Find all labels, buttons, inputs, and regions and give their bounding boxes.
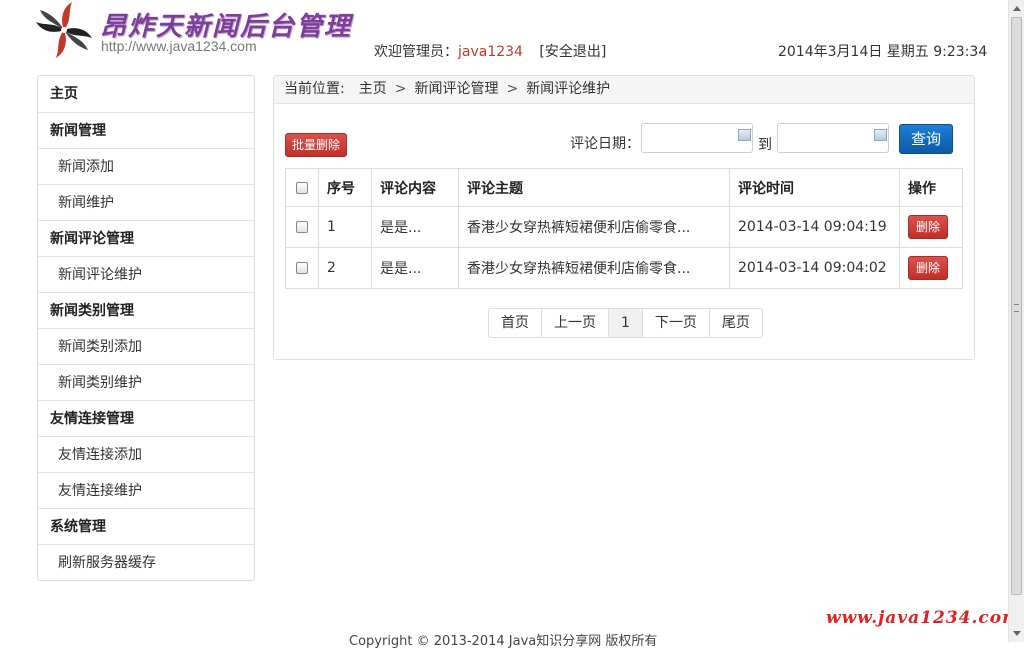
sidebar-group-news[interactable]: 新闻管理 [38,112,254,148]
welcome-bar: 欢迎管理员：java1234 [安全退出] [374,41,606,61]
date-to-input[interactable] [777,123,889,153]
cell-topic: 香港少女穿热裤短裙便利店偷零食... [458,206,730,248]
pager-current-page[interactable]: 1 [608,309,642,337]
pager-first[interactable]: 首页 [489,309,541,337]
comments-table: 序号 评论内容 评论主题 评论时间 操作 1 是是... 香港少女穿热裤短裙便利… [285,168,963,289]
select-all-cell [285,168,319,207]
sidebar-item-category-maintain[interactable]: 新闻类别维护 [38,364,254,400]
cell-time: 2014-03-14 09:04:19 [729,206,900,248]
sidebar-item-news-maintain[interactable]: 新闻维护 [38,184,254,220]
cell-content: 是是... [371,247,459,289]
footer-copyright: Copyright © 2013-2014 Java知识分享网 版权所有 [349,634,658,649]
cell-topic: 香港少女穿热裤短裙便利店偷零食... [458,247,730,289]
delete-button[interactable]: 删除 [908,256,949,280]
scroll-up-icon[interactable] [1013,6,1021,11]
query-button[interactable]: 查询 [899,124,953,154]
breadcrumb-separator: > [394,81,407,97]
batch-delete-button[interactable]: 批量删除 [285,133,348,157]
row-checkbox[interactable] [296,221,308,233]
column-header-topic: 评论主题 [458,168,730,207]
sidebar-group-categories[interactable]: 新闻类别管理 [38,292,254,328]
sidebar-group-links[interactable]: 友情连接管理 [38,400,254,436]
sidebar-item-category-add[interactable]: 新闻类别添加 [38,328,254,364]
grip-icon [1014,304,1019,312]
sidebar-group-comments[interactable]: 新闻评论管理 [38,220,254,256]
sidebar-item-link-maintain[interactable]: 友情连接维护 [38,472,254,508]
cell-action: 删除 [899,247,963,289]
row-checkbox[interactable] [296,262,308,274]
sidebar-group-system[interactable]: 系统管理 [38,508,254,544]
scroll-down-icon[interactable] [1013,631,1021,636]
watermark: www.java1234.com [826,608,1022,628]
current-datetime: 2014年3月14日 星期五 9:23:34 [778,44,988,60]
breadcrumb-item-home[interactable]: 主页 [359,81,387,97]
sidebar-item-news-add[interactable]: 新闻添加 [38,148,254,184]
breadcrumb: 当前位置: 主页 > 新闻评论管理 > 新闻评论维护 [274,76,974,104]
cell-index: 1 [318,206,372,248]
cell-time: 2014-03-14 09:04:02 [729,247,900,289]
calendar-icon[interactable] [874,129,887,141]
admin-name: java1234 [458,44,523,60]
table-row: 2 是是... 香港少女穿热裤短裙便利店偷零食... 2014-03-14 09… [285,247,963,289]
site-url: http://www.java1234.com [101,38,257,54]
cell-action: 删除 [899,206,963,248]
pinwheel-logo-icon [36,2,92,58]
row-select-cell [285,206,319,248]
cell-content: 是是... [371,206,459,248]
pager-next[interactable]: 下一页 [641,309,709,337]
cell-index: 2 [318,247,372,289]
date-to-label: 到 [758,137,772,153]
sidebar-item-home[interactable]: 主页 [38,76,254,112]
main-panel: 当前位置: 主页 > 新闻评论管理 > 新闻评论维护 批量删除 评论日期： 到 查询 序号… [273,75,975,360]
welcome-label: 欢迎管理员： [374,44,458,60]
breadcrumb-item-comments[interactable]: 新闻评论管理 [414,81,498,97]
column-header-action: 操作 [899,168,963,207]
sidebar: 主页 新闻管理 新闻添加 新闻维护 新闻评论管理 新闻评论维护 新闻类别管理 新… [37,75,255,581]
pagination: 首页 上一页 1 下一页 尾页 [488,308,763,338]
sidebar-item-comments-maintain[interactable]: 新闻评论维护 [38,256,254,292]
comment-date-label: 评论日期： [570,136,640,152]
calendar-icon[interactable] [738,129,751,141]
header: 昂炸天新闻后台管理 http://www.java1234.com 欢迎管理员：… [0,0,1008,70]
column-header-time: 评论时间 [729,168,900,207]
table-row: 1 是是... 香港少女穿热裤短裙便利店偷零食... 2014-03-14 09… [285,206,963,248]
logout-link[interactable]: [安全退出] [539,44,606,60]
column-header-content: 评论内容 [371,168,459,207]
pager-last[interactable]: 尾页 [708,309,762,337]
column-header-index: 序号 [318,168,372,207]
sidebar-item-refresh-cache[interactable]: 刷新服务器缓存 [38,544,254,580]
pager-prev[interactable]: 上一页 [541,309,608,337]
scrollbar-thumb[interactable] [1011,17,1022,595]
sidebar-item-link-add[interactable]: 友情连接添加 [38,436,254,472]
row-select-cell [285,247,319,289]
breadcrumb-item-current: 新闻评论维护 [526,81,611,97]
date-from-input[interactable] [641,123,753,153]
vertical-scrollbar[interactable] [1008,0,1024,642]
select-all-checkbox[interactable] [296,181,308,194]
table-header-row: 序号 评论内容 评论主题 评论时间 操作 [285,168,963,207]
breadcrumb-lead: 当前位置: [284,81,345,97]
breadcrumb-separator: > [506,81,519,97]
delete-button[interactable]: 删除 [908,215,949,239]
